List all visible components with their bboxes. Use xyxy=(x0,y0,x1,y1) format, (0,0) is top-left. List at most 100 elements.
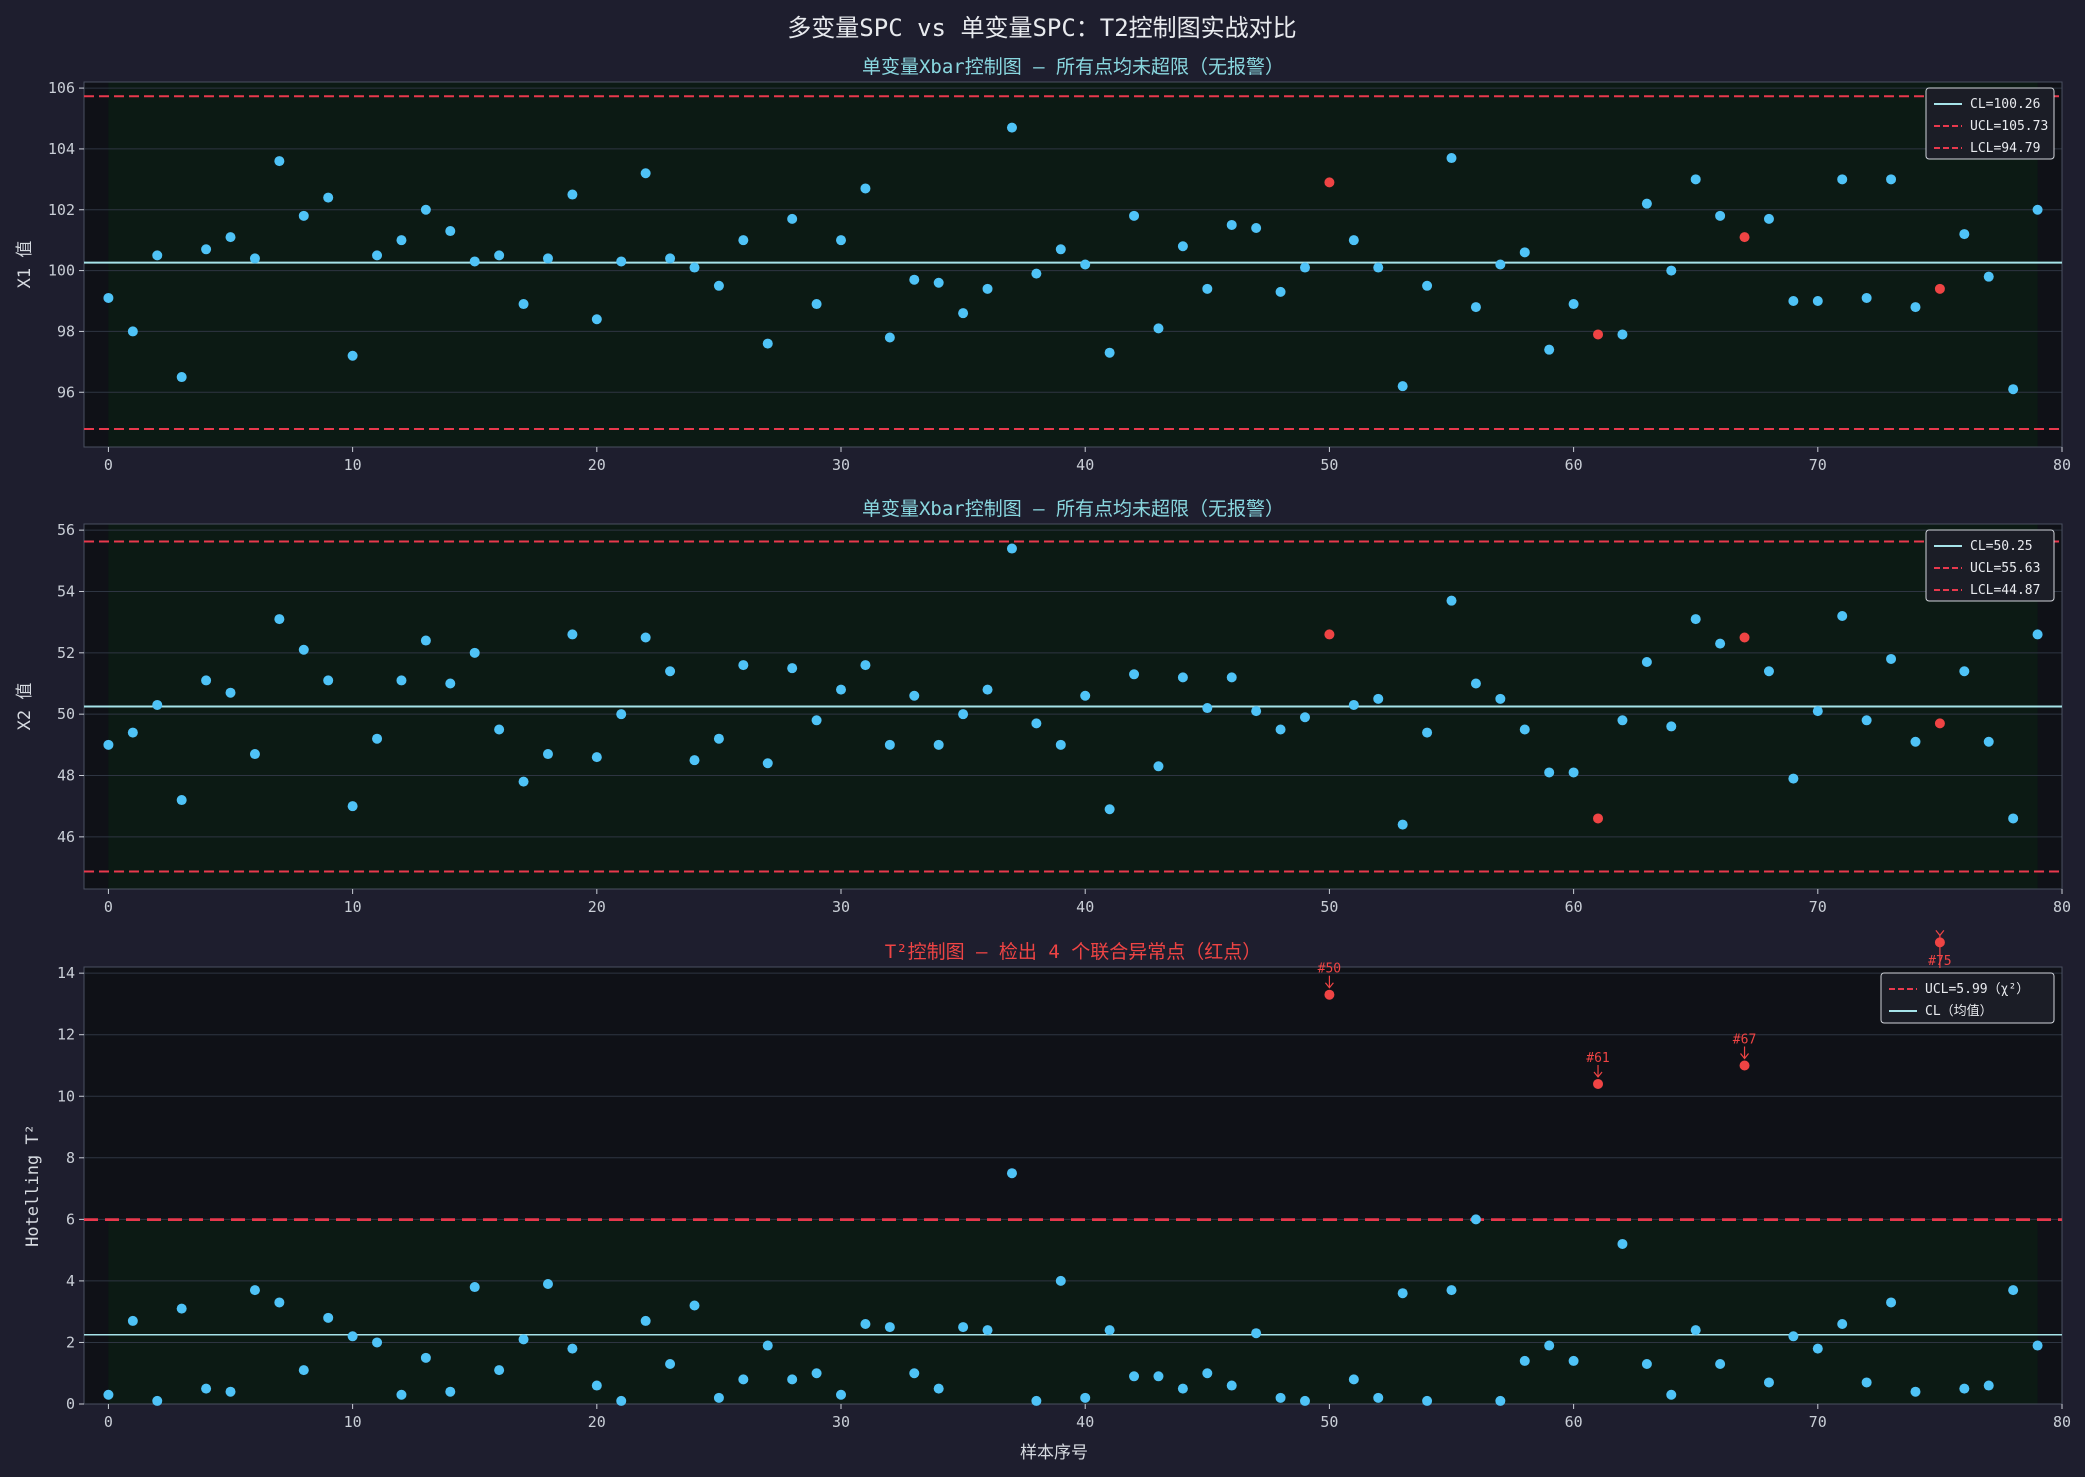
data-point xyxy=(762,1340,773,1351)
data-point xyxy=(1983,271,1994,282)
data-point xyxy=(1251,223,1262,233)
data-point xyxy=(1422,1395,1433,1406)
data-point xyxy=(201,675,212,686)
legend: CL=50.25 UCL=55.63 LCL=44.87 xyxy=(1925,529,2055,602)
data-point xyxy=(1617,715,1628,726)
data-point xyxy=(347,1331,358,1342)
data-point xyxy=(1544,344,1555,355)
data-point xyxy=(420,204,431,215)
x-tick-label: 50 xyxy=(1320,1413,1338,1431)
data-point xyxy=(933,739,944,750)
data-point xyxy=(323,1312,334,1323)
data-point xyxy=(1446,1285,1457,1296)
data-point xyxy=(1690,174,1701,185)
data-point xyxy=(152,250,163,261)
data-point xyxy=(811,715,822,726)
data-point xyxy=(274,614,285,625)
data-point xyxy=(249,1285,260,1296)
x-tick-label: 60 xyxy=(1565,898,1583,916)
legend-label: UCL=55.63 xyxy=(1970,561,2040,576)
control-zone xyxy=(108,1219,2038,1404)
data-point xyxy=(958,308,969,319)
data-point xyxy=(1397,1288,1408,1299)
data-point xyxy=(1666,1389,1677,1400)
data-point xyxy=(713,280,724,291)
data-point xyxy=(347,801,358,812)
data-point xyxy=(1568,299,1579,310)
data-point xyxy=(958,709,969,720)
data-point xyxy=(1861,1377,1872,1388)
data-point xyxy=(127,326,138,337)
x-tick-label: 30 xyxy=(832,1413,850,1431)
data-point xyxy=(1373,693,1384,704)
data-point xyxy=(1031,1395,1042,1406)
data-point xyxy=(1031,268,1042,279)
data-point xyxy=(1519,1355,1530,1366)
data-point xyxy=(1080,690,1091,701)
x-tick-label: 80 xyxy=(2053,898,2071,916)
data-point xyxy=(1422,280,1433,291)
data-point xyxy=(713,733,724,744)
data-point xyxy=(1763,213,1774,224)
legend: UCL=5.99（χ²） CL（均值） xyxy=(1880,972,2055,1024)
legend-label: UCL=5.99（χ²） xyxy=(1925,982,2029,997)
data-point xyxy=(372,250,383,261)
data-point xyxy=(738,1374,749,1385)
data-point xyxy=(1080,1392,1091,1403)
data-point xyxy=(347,350,358,361)
x-tick-label: 70 xyxy=(1809,898,1827,916)
data-point xyxy=(591,752,602,763)
data-point xyxy=(1299,1395,1310,1406)
data-point xyxy=(811,299,822,310)
data-point xyxy=(616,709,627,720)
data-point xyxy=(1202,1368,1213,1379)
data-point xyxy=(249,253,260,264)
data-point xyxy=(1055,1275,1066,1286)
data-point xyxy=(518,1334,529,1345)
data-point xyxy=(787,213,798,224)
data-point xyxy=(1006,1168,1017,1179)
data-point xyxy=(836,235,847,246)
y-tick-label: 12 xyxy=(57,1026,75,1044)
data-point xyxy=(567,1343,578,1354)
data-point xyxy=(787,663,798,674)
data-point xyxy=(1373,1392,1384,1403)
data-point xyxy=(884,739,895,750)
y-tick-label: 46 xyxy=(57,828,75,846)
data-point xyxy=(1129,210,1140,221)
data-point xyxy=(542,253,553,264)
data-point xyxy=(1031,718,1042,729)
data-point xyxy=(1544,1340,1555,1351)
data-point xyxy=(982,684,993,695)
annotation-label: #75 xyxy=(1928,954,1951,969)
data-point xyxy=(933,1383,944,1394)
y-tick-label: 106 xyxy=(48,79,75,97)
alarm-point xyxy=(1593,1078,1604,1089)
data-point xyxy=(1397,819,1408,830)
chart-panels: 96981001021041060 10 20 30 40 50 60 70 80单变量Xbar… xyxy=(15,56,2071,1431)
data-point xyxy=(1373,262,1384,273)
data-point xyxy=(1910,736,1921,747)
legend-label: CL（均值） xyxy=(1925,1003,1993,1019)
data-point xyxy=(323,192,334,203)
data-point xyxy=(1275,724,1286,735)
alarm-point xyxy=(1324,629,1335,640)
data-point xyxy=(152,1395,163,1406)
data-point xyxy=(1812,1343,1823,1354)
data-point xyxy=(982,1325,993,1336)
y-tick-label: 100 xyxy=(48,262,75,280)
y-tick-label: 50 xyxy=(57,705,75,723)
data-point xyxy=(1910,302,1921,313)
data-point xyxy=(1788,296,1799,306)
data-point xyxy=(2008,384,2019,395)
y-tick-label: 8 xyxy=(66,1149,75,1167)
data-point xyxy=(1275,286,1286,297)
data-point xyxy=(542,1278,553,1289)
data-point xyxy=(1153,1371,1164,1382)
x-tick-label: 60 xyxy=(1565,1413,1583,1431)
data-point xyxy=(836,684,847,695)
data-point xyxy=(909,690,920,701)
y-tick-label: 6 xyxy=(66,1210,75,1228)
x-tick-label: 50 xyxy=(1320,456,1338,474)
legend-label: LCL=44.87 xyxy=(1970,583,2040,598)
